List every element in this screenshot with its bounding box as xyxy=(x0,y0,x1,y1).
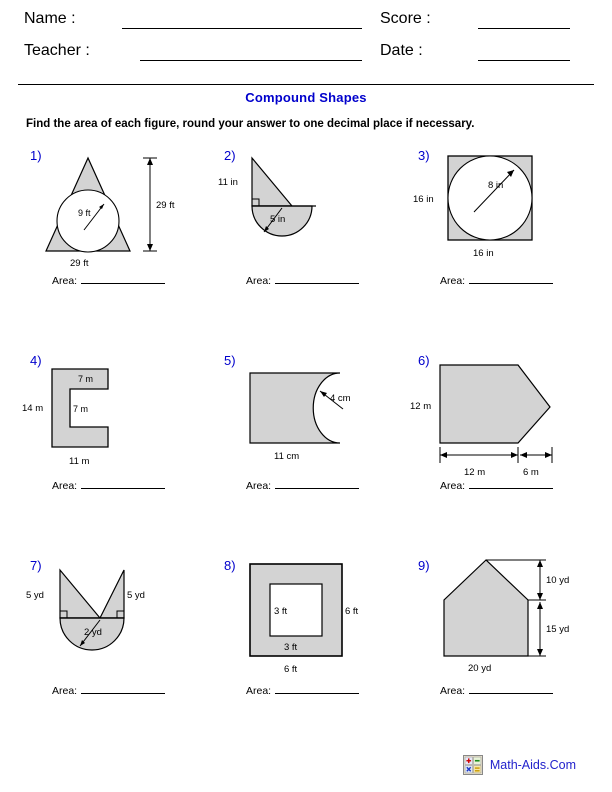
answer-blank[interactable] xyxy=(469,682,554,694)
side-bottom-label: 16 in xyxy=(473,248,494,259)
problem-5: 5) 4 cm 11 cm Area: xyxy=(216,351,410,556)
answer-blank[interactable] xyxy=(469,272,554,284)
height-label: 29 ft xyxy=(156,200,175,211)
answer-line[interactable]: Area: xyxy=(246,477,360,492)
site-credit[interactable]: Math-Aids.Com xyxy=(462,755,576,775)
wall-height-label: 15 yd xyxy=(546,624,569,635)
inner-left-label: 3 ft xyxy=(274,606,288,617)
answer-line[interactable]: Area: xyxy=(52,477,166,492)
problem-9: 9) 10 yd 15 yd 20 yd Area: xyxy=(410,556,604,761)
outer-right-label: 6 ft xyxy=(345,606,359,617)
answer-blank[interactable] xyxy=(81,477,166,489)
answer-line[interactable]: Area: xyxy=(246,272,360,287)
radius-label: 8 in xyxy=(488,180,503,191)
answer-line[interactable]: Area: xyxy=(52,272,166,287)
teacher-label: Teacher : xyxy=(24,42,90,59)
answer-prefix: Area: xyxy=(52,685,78,697)
height-label: 12 m xyxy=(410,401,431,412)
answer-prefix: Area: xyxy=(440,480,466,492)
answer-prefix: Area: xyxy=(440,275,466,287)
height-label: 11 in xyxy=(218,177,238,188)
answer-line[interactable]: Area: xyxy=(440,477,554,492)
left-height-label: 5 yd xyxy=(26,590,44,601)
problem-8: 8) 3 ft 3 ft 6 ft 6 ft Area: xyxy=(216,556,410,761)
height-label: 14 m xyxy=(22,403,43,414)
score-label: Score : xyxy=(380,10,431,27)
score-input-line[interactable] xyxy=(478,28,570,29)
radius-label: 2 yd xyxy=(84,627,102,638)
base-label: 29 ft xyxy=(70,258,89,269)
instructions-text: Find the area of each figure, round your… xyxy=(26,118,475,130)
answer-prefix: Area: xyxy=(52,275,78,287)
page-title: Compound Shapes xyxy=(245,90,367,105)
name-input-line[interactable] xyxy=(122,28,362,29)
answer-blank[interactable] xyxy=(469,477,554,489)
answer-prefix: Area: xyxy=(246,480,272,492)
answer-prefix: Area: xyxy=(246,275,272,287)
page-footer: Math-Aids.Com xyxy=(0,755,612,785)
problem-4: 4) 7 m 7 m 14 m 11 m Area: xyxy=(22,351,216,556)
base-label: 20 yd xyxy=(468,663,491,674)
outer-bottom-label: 6 ft xyxy=(284,664,298,675)
answer-blank[interactable] xyxy=(275,272,360,284)
problem-6: 6) 12 m 12 m 6 m Area: xyxy=(410,351,604,556)
problem-3: 3) 8 in 16 in 16 in Area: xyxy=(410,146,604,351)
calculator-icon xyxy=(462,755,483,775)
answer-line[interactable]: Area: xyxy=(440,272,554,287)
base-label: 11 cm xyxy=(274,451,299,462)
answer-prefix: Area: xyxy=(440,685,466,697)
answer-line[interactable]: Area: xyxy=(246,682,360,697)
right-height-label: 5 yd xyxy=(127,590,145,601)
date-input-line[interactable] xyxy=(478,60,570,61)
problem-2: 2) 5 in 11 in Area: xyxy=(216,146,410,351)
answer-line[interactable]: Area: xyxy=(440,682,554,697)
roof-height-label: 10 yd xyxy=(546,575,569,586)
notch-top-label: 7 m xyxy=(78,374,93,384)
header-divider xyxy=(18,84,594,85)
answer-blank[interactable] xyxy=(81,682,166,694)
answer-blank[interactable] xyxy=(275,682,360,694)
date-label: Date : xyxy=(380,42,423,59)
answer-prefix: Area: xyxy=(246,685,272,697)
answer-blank[interactable] xyxy=(275,477,360,489)
radius-label: 4 cm xyxy=(330,393,351,404)
answer-line[interactable]: Area: xyxy=(52,682,166,697)
side-left-label: 16 in xyxy=(413,194,434,205)
problem-1: 1) 9 ft 29 ft 29 ft Area: xyxy=(22,146,216,351)
notch-depth-label: 7 m xyxy=(73,404,88,414)
problem-7: 7) 2 yd 5 yd 5 yd Area: xyxy=(22,556,216,761)
radius-label: 9 ft xyxy=(78,208,91,218)
site-name[interactable]: Math-Aids.Com xyxy=(490,758,576,772)
name-label: Name : xyxy=(24,10,76,27)
answer-prefix: Area: xyxy=(52,480,78,492)
radius-label: 5 in xyxy=(270,214,285,225)
worksheet-header: Name : Teacher : Score : Date : xyxy=(0,0,612,82)
base-label: 11 m xyxy=(69,456,90,467)
inner-bottom-label: 3 ft xyxy=(284,642,298,653)
teacher-input-line[interactable] xyxy=(140,60,362,61)
answer-blank[interactable] xyxy=(81,272,166,284)
